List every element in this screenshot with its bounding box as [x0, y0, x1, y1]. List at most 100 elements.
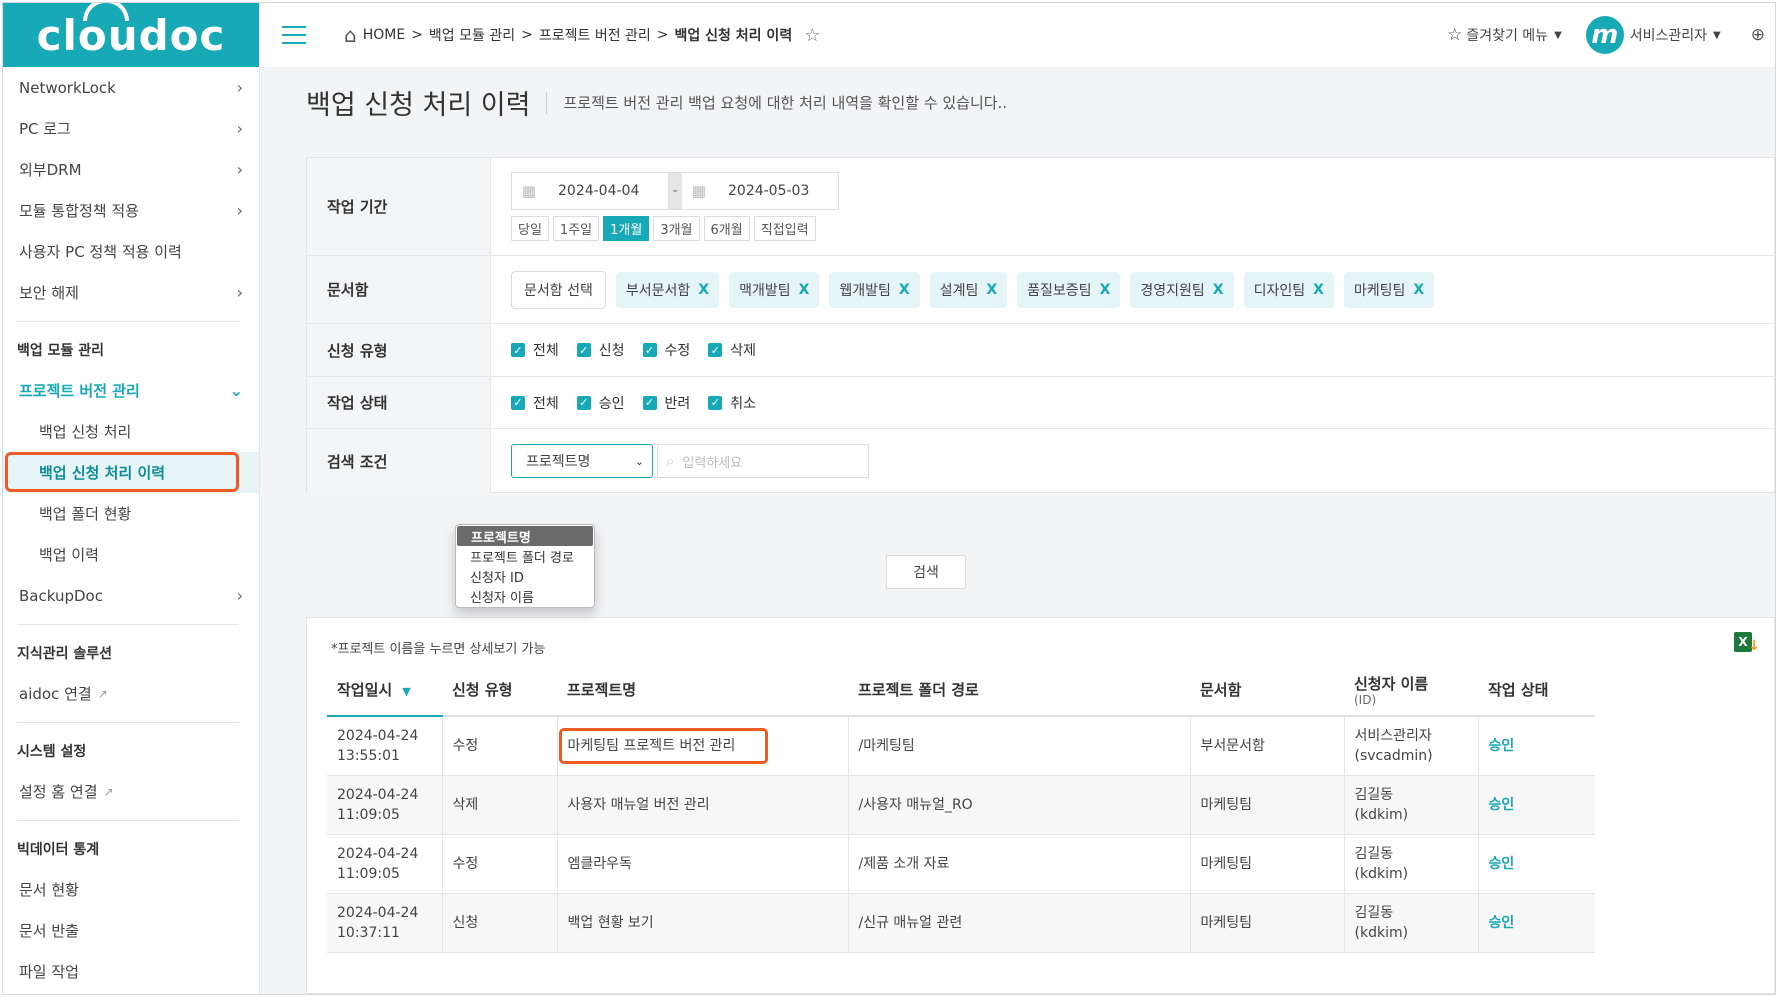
column-header[interactable]: 작업일시 ▼	[327, 664, 442, 717]
main-content: 백업 신청 처리 이력 프로젝트 버전 관리 백업 요청에 대한 처리 내역을 …	[260, 67, 1775, 994]
sidebar-item-backup-request-history[interactable]: 백업 신청 처리 이력	[3, 452, 259, 493]
sidebar-item-project-version[interactable]: 프로젝트 버전 관리 ⌄	[3, 370, 259, 411]
divider	[17, 624, 239, 625]
cell-folder-path: /제품 소개 자료	[848, 834, 1191, 894]
period-button[interactable]: 6개월	[703, 216, 750, 241]
cell-project-name[interactable]: 마케팅팀 프로젝트 버전 관리	[557, 716, 849, 776]
cell-docbox-text: 마케팅팀	[1200, 796, 1253, 813]
docbox-select-button[interactable]: 문서함 선택	[511, 270, 606, 309]
breadcrumb-home[interactable]: HOME	[363, 27, 405, 43]
checkbox-label: 취소	[730, 395, 757, 412]
sidebar-item-3[interactable]: 모듈 통합정책 적용 ›	[3, 190, 259, 231]
cloud-icon	[82, 3, 129, 21]
start-date-field[interactable]: ▦ 2024-04-04	[512, 173, 668, 209]
breadcrumb-item[interactable]: 백업 모듈 관리	[429, 25, 515, 45]
filter-label: 신청 유형	[307, 324, 491, 376]
cell-request-type-text: 신청	[452, 914, 479, 931]
request-type-checkbox[interactable]: ✓ 삭제	[708, 340, 756, 360]
sidebar-item-bigdata-2[interactable]: 파일 작업	[3, 951, 259, 992]
search-field-select[interactable]: 프로젝트명 ⌄	[511, 444, 653, 478]
cell-request-type: 신청	[442, 893, 558, 953]
excel-download-icon[interactable]: X ↓	[1734, 632, 1760, 654]
dropdown-option[interactable]: 프로젝트 폴더 경로	[456, 546, 594, 566]
remove-tag-icon[interactable]: X	[1413, 282, 1424, 298]
star-icon[interactable]: ☆	[804, 25, 820, 46]
checkbox-label: 승인	[598, 395, 625, 412]
cell-request-type-text: 수정	[452, 855, 479, 872]
cell-project-name[interactable]: 백업 현황 보기	[557, 893, 849, 953]
dropdown-option[interactable]: 프로젝트명	[457, 526, 593, 546]
column-header[interactable]: 문서함	[1190, 664, 1344, 717]
work-status-checkbox[interactable]: ✓ 전체	[511, 393, 559, 413]
work-status-checkbox[interactable]: ✓ 승인	[576, 393, 625, 413]
dropdown-option[interactable]: 신청자 ID	[456, 566, 594, 586]
caret-down-icon: ▼	[1713, 29, 1721, 41]
logo[interactable]: cloudoc	[3, 3, 259, 67]
period-button[interactable]: 1개월	[603, 216, 650, 241]
cell-requester: 서비스관리자 (svcadmin)	[1344, 716, 1479, 776]
column-header[interactable]: 프로젝트 폴더 경로	[848, 664, 1190, 717]
sidebar-item-0[interactable]: NetworkLock ›	[3, 67, 259, 108]
remove-tag-icon[interactable]: X	[1313, 282, 1324, 298]
remove-tag-icon[interactable]: X	[899, 282, 910, 298]
request-type-checkbox[interactable]: ✓ 전체	[511, 340, 559, 360]
cell-requester-text: 서비스관리자	[1354, 727, 1432, 744]
work-status-checkbox[interactable]: ✓ 반려	[642, 393, 690, 413]
filter-row-work-status: 작업 상태 ✓ 전체 ✓ 승인 ✓ 반려 ✓ 취소	[307, 377, 1774, 429]
sidebar-item-bigdata-0[interactable]: 문서 현황	[3, 869, 259, 910]
sidebar-item-4[interactable]: 사용자 PC 정책 적용 이력	[3, 231, 259, 272]
docbox-tag: 품질보증팀 X	[1017, 271, 1121, 308]
work-status-checkbox[interactable]: ✓ 취소	[708, 393, 756, 413]
sidebar-item-settings-link[interactable]: 설정 홈 연결 ↗	[3, 771, 259, 812]
sidebar-item-1[interactable]: PC 로그 ›	[3, 108, 259, 149]
user-menu[interactable]: 서비스관리자	[1630, 25, 1707, 45]
search-input[interactable]: ⌕ 입력하세요	[657, 444, 869, 478]
sidebar-item-aidoc-link[interactable]: aidoc 연결 ↗	[3, 673, 259, 714]
column-header-label: 프로젝트명	[567, 681, 637, 699]
sidebar-item-5[interactable]: 보안 해제 ›	[3, 272, 259, 313]
remove-tag-icon[interactable]: X	[986, 282, 997, 298]
sidebar-item-bigdata-1[interactable]: 문서 반출	[3, 910, 259, 951]
sidebar-item-backupdoc[interactable]: BackupDoc ›	[3, 575, 259, 616]
period-button[interactable]: 당일	[511, 216, 549, 241]
sidebar-item-backup-history[interactable]: 백업 이력	[3, 534, 259, 575]
request-type-checkbox[interactable]: ✓ 수정	[642, 340, 690, 360]
remove-tag-icon[interactable]: X	[698, 282, 709, 298]
remove-tag-icon[interactable]: X	[1213, 282, 1224, 298]
sidebar-item-2[interactable]: 외부DRM ›	[3, 149, 259, 190]
sidebar-item-backup-folder-status[interactable]: 백업 폴더 현황	[3, 493, 259, 534]
cell-datetime-text: 11:09:05	[337, 865, 400, 882]
cell-folder-path: /마케팅팀	[848, 716, 1191, 776]
cell-project-name[interactable]: 사용자 매뉴얼 버전 관리	[557, 775, 849, 835]
remove-tag-icon[interactable]: X	[1100, 282, 1111, 298]
search-button[interactable]: 검색	[886, 555, 966, 589]
sidebar-item-backup-request[interactable]: 백업 신청 처리	[3, 411, 259, 452]
column-header[interactable]: 신청 유형	[442, 664, 557, 717]
home-icon[interactable]: ⌂	[344, 23, 357, 47]
column-header-label: 신청자 이름	[1354, 674, 1429, 693]
filter-label: 작업 상태	[307, 377, 491, 428]
divider	[17, 321, 239, 322]
menu-toggle-icon[interactable]	[282, 26, 306, 44]
dropdown-option[interactable]: 신청자 이름	[456, 586, 594, 606]
column-header[interactable]: 작업 상태	[1478, 664, 1595, 717]
cell-project-name[interactable]: 엠클라우독	[557, 834, 849, 894]
request-type-checkbox[interactable]: ✓ 신청	[576, 340, 625, 360]
column-header[interactable]: 프로젝트명	[557, 664, 848, 717]
avatar[interactable]: m	[1585, 16, 1624, 54]
cell-docbox: 마케팅팀	[1190, 834, 1345, 894]
globe-icon[interactable]: ⊕	[1751, 25, 1765, 45]
end-date-field[interactable]: ▦ 2024-05-03	[682, 173, 838, 209]
results-hint: *프로젝트 이름을 누르면 상세보기 가능	[331, 642, 546, 657]
favorites-menu[interactable]: ☆ 즐겨찾기 메뉴 ▼	[1447, 25, 1562, 45]
cell-datetime-text: 2024-04-24	[337, 845, 419, 862]
sort-desc-icon[interactable]: ▼	[402, 685, 410, 698]
period-button[interactable]: 직접입력	[753, 216, 816, 241]
docbox-tag: 웹개발팀 X	[829, 271, 920, 308]
remove-tag-icon[interactable]: X	[799, 282, 810, 298]
breadcrumb-item[interactable]: 프로젝트 버전 관리	[539, 25, 651, 45]
column-header[interactable]: 신청자 이름 (ID)	[1344, 664, 1478, 717]
column-header-sub: (ID)	[1354, 692, 1377, 707]
period-button[interactable]: 3개월	[653, 216, 700, 241]
period-button[interactable]: 1주일	[552, 216, 600, 241]
